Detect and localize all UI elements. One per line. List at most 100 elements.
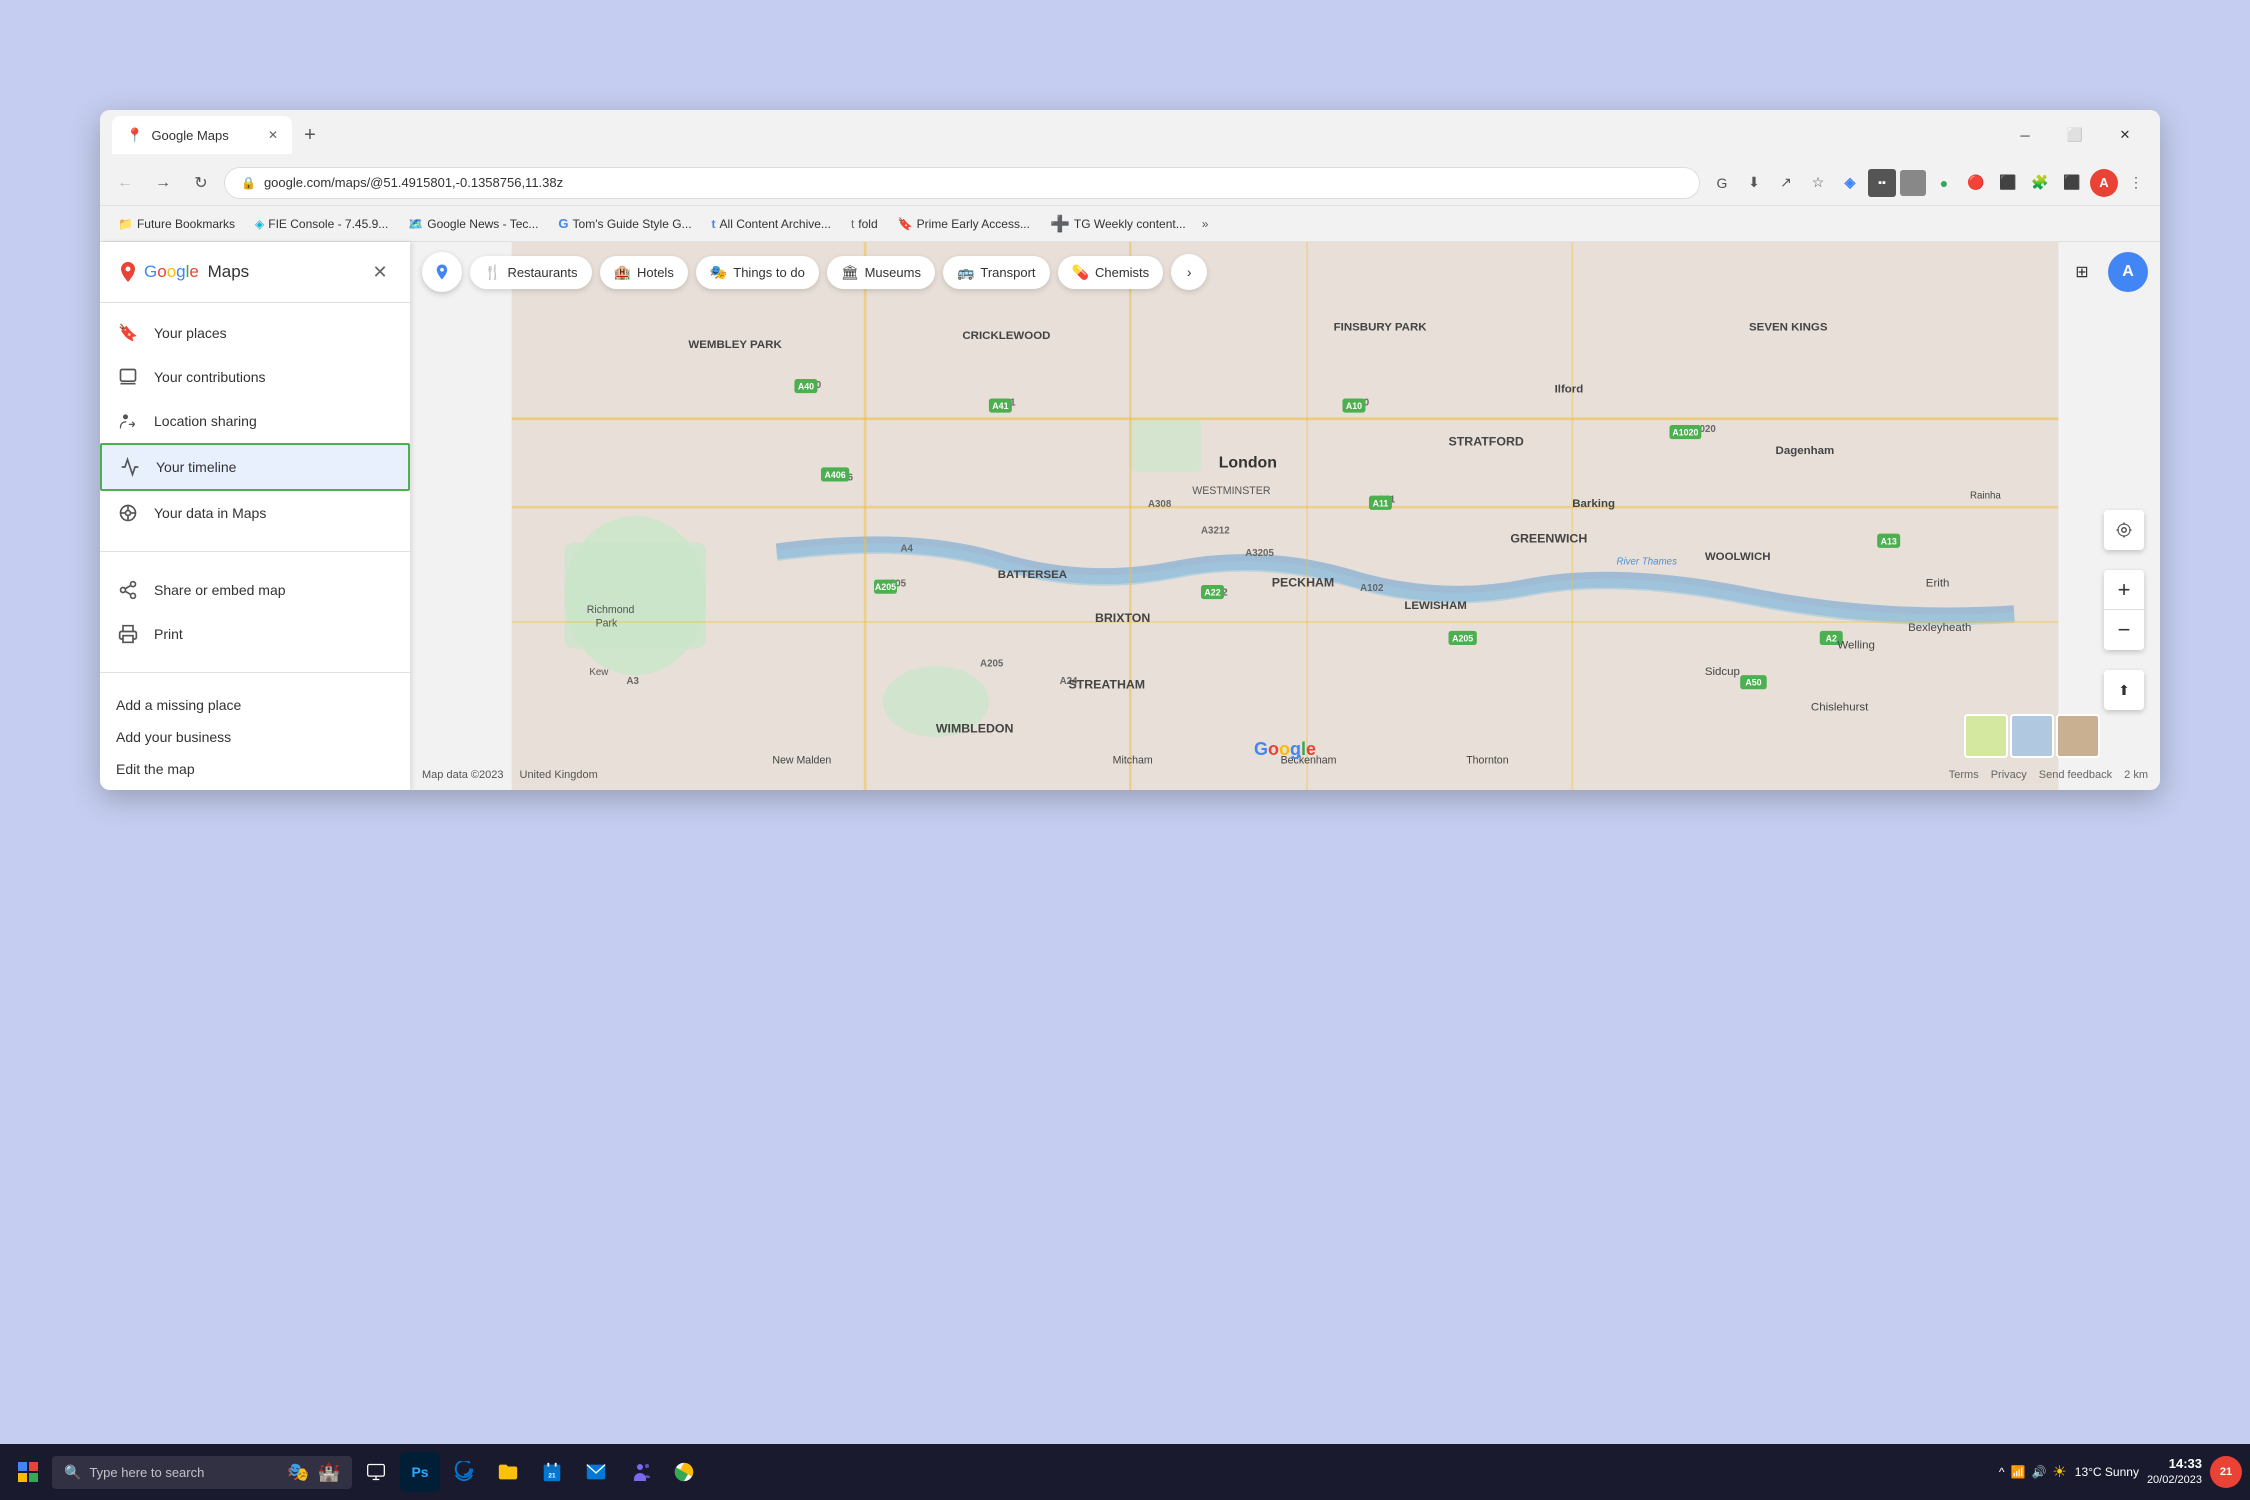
more-bookmarks[interactable]: » <box>1202 217 1209 231</box>
filter-chip-chemists[interactable]: 💊 Chemists <box>1058 256 1164 289</box>
extension-icon4[interactable]: ● <box>1930 169 1958 197</box>
bookmark-all-content[interactable]: t All Content Archive... <box>704 213 839 235</box>
taskbar-app-file-explorer[interactable] <box>488 1452 528 1492</box>
filter-chip-transport[interactable]: 🚌 Transport <box>943 256 1050 289</box>
back-button[interactable]: ← <box>110 168 140 198</box>
taskbar-app-calendar[interactable]: 21 <box>532 1452 572 1492</box>
map-search-button[interactable] <box>422 252 462 292</box>
svg-text:London: London <box>1219 454 1277 471</box>
taskbar-app-task-view[interactable] <box>356 1452 396 1492</box>
address-bar: ← → ↻ 🔒 google.com/maps/@51.4915801,-0.1… <box>100 160 2160 206</box>
extension-icon2[interactable]: ▪▪ <box>1868 169 1896 197</box>
sidebar-toggle[interactable]: ⬛ <box>2058 169 2086 197</box>
svg-text:WESTMINSTER: WESTMINSTER <box>1192 485 1271 497</box>
bookmark-toms-guide[interactable]: G Tom's Guide Style G... <box>550 212 699 235</box>
taskbar-search-box[interactable]: 🔍 Type here to search 🎭 🏰 <box>52 1456 352 1489</box>
browser-window: 📍 Google Maps ✕ + ─ ⬜ ✕ ← → ↻ 🔒 google.c… <box>100 110 2160 790</box>
grid-view-button[interactable]: ⊞ <box>2064 254 2100 290</box>
minimize-button[interactable]: ─ <box>2002 119 2048 151</box>
svg-text:A205: A205 <box>980 658 1004 669</box>
sidebar-edit-map[interactable]: Edit the map <box>100 753 410 785</box>
zoom-out-button[interactable]: − <box>2104 610 2144 650</box>
bookmark-future-bookmarks[interactable]: 📁 Future Bookmarks <box>110 213 243 235</box>
start-button[interactable] <box>8 1452 48 1492</box>
sidebar-item-your-timeline[interactable]: Your timeline <box>100 443 410 491</box>
taskbar-app-chrome[interactable] <box>664 1452 704 1492</box>
bookmark-google-news[interactable]: 🗺️ Google News - Tec... <box>400 213 546 235</box>
map-area[interactable]: A41 A10 A1020 A13 A406 A205 A205 A3 A308… <box>410 242 2160 790</box>
expand-button[interactable]: ⬆ <box>2104 670 2144 710</box>
svg-text:Erith: Erith <box>1926 578 1950 590</box>
network-icon[interactable]: 📶 <box>2011 1465 2026 1479</box>
extensions-button[interactable]: 🧩 <box>2026 169 2054 197</box>
lock-icon: 🔒 <box>241 176 256 190</box>
bookmark-label: Prime Early Access... <box>917 217 1030 231</box>
bookmark-fold[interactable]: t fold <box>843 213 886 235</box>
map-svg: A41 A10 A1020 A13 A406 A205 A205 A3 A308… <box>410 242 2160 790</box>
sidebar-close-button[interactable]: ✕ <box>366 258 394 286</box>
refresh-button[interactable]: ↻ <box>186 168 216 198</box>
maps-pin-icon <box>116 260 140 284</box>
svg-text:A13: A13 <box>1881 536 1897 546</box>
taskbar-app-mail[interactable] <box>576 1452 616 1492</box>
user-profile-button[interactable]: A <box>2090 169 2118 197</box>
layer-thumb-2[interactable] <box>2010 714 2054 758</box>
taskbar-app-photoshop[interactable]: Ps <box>400 1452 440 1492</box>
sidebar-share-embed[interactable]: Share or embed map <box>100 568 410 612</box>
extension-icon6[interactable]: ⬛ <box>1994 169 2022 197</box>
new-tab-button[interactable]: + <box>292 117 328 153</box>
taskbar-decoration-icon: 🎭 <box>287 1462 309 1483</box>
filter-chip-hotels[interactable]: 🏨 Hotels <box>600 256 688 289</box>
send-feedback-link[interactable]: Send feedback <box>2039 769 2112 781</box>
taskbar-app-teams[interactable] <box>620 1452 660 1492</box>
tab-close-button[interactable]: ✕ <box>268 128 278 142</box>
volume-icon[interactable]: 🔊 <box>2031 1465 2046 1479</box>
extension-icon3[interactable] <box>1900 170 1926 196</box>
layer-thumb-1[interactable] <box>1964 714 2008 758</box>
sidebar-print[interactable]: Print <box>100 612 410 656</box>
terms-link[interactable]: Terms <box>1949 769 1979 781</box>
my-location-button[interactable] <box>2104 510 2144 550</box>
notification-badge[interactable]: 21 <box>2210 1456 2242 1488</box>
svg-text:A10: A10 <box>1346 401 1362 411</box>
zoom-in-button[interactable]: + <box>2104 570 2144 610</box>
sidebar-item-your-places[interactable]: 🔖 Your places <box>100 311 410 355</box>
sidebar-item-location-sharing[interactable]: Location sharing <box>100 399 410 443</box>
taskbar-clock[interactable]: 14:33 20/02/2023 <box>2147 1455 2202 1489</box>
bookmark-fie-console[interactable]: ◈ FIE Console - 7.45.9... <box>247 213 396 235</box>
bookmark-label: All Content Archive... <box>720 217 831 231</box>
filter-chip-things-to-do[interactable]: 🎭 Things to do <box>696 256 819 289</box>
google-logo-map: Google <box>1254 739 1316 760</box>
maximize-button[interactable]: ⬜ <box>2052 119 2098 151</box>
window-controls: ─ ⬜ ✕ <box>2002 119 2148 151</box>
filter-chips-more-button[interactable]: › <box>1171 254 1207 290</box>
tray-arrow[interactable]: ^ <box>1999 1465 2005 1479</box>
download-icon[interactable]: ⬇ <box>1740 169 1768 197</box>
sidebar-item-your-data[interactable]: Your data in Maps <box>100 491 410 535</box>
bookmark-icon[interactable]: ☆ <box>1804 169 1832 197</box>
sidebar-add-business[interactable]: Add your business <box>100 721 410 753</box>
sidebar-add-missing-place[interactable]: Add a missing place <box>100 689 410 721</box>
filter-chip-museums[interactable]: 🏛 Museums <box>827 256 935 289</box>
menu-button[interactable]: ⋮ <box>2122 169 2150 197</box>
extension-icon1[interactable]: ◈ <box>1836 169 1864 197</box>
zoom-controls: + − <box>2104 570 2144 650</box>
bookmark-tg-weekly[interactable]: ➕ TG Weekly content... <box>1042 210 1194 238</box>
bookmark-prime[interactable]: 🔖 Prime Early Access... <box>890 213 1038 235</box>
contributions-icon <box>116 365 140 389</box>
tab-favicon: 📍 <box>126 127 143 144</box>
forward-button[interactable]: → <box>148 168 178 198</box>
sidebar-item-contributions[interactable]: Your contributions <box>100 355 410 399</box>
filter-chip-restaurants[interactable]: 🍴 Restaurants <box>470 256 592 289</box>
extension-icon5[interactable]: 🔴 <box>1962 169 1990 197</box>
map-provider: United Kingdom <box>520 769 598 781</box>
address-input[interactable]: 🔒 google.com/maps/@51.4915801,-0.1358756… <box>224 167 1700 199</box>
close-button[interactable]: ✕ <box>2102 119 2148 151</box>
user-avatar-button[interactable]: A <box>2108 252 2148 292</box>
active-tab[interactable]: 📍 Google Maps ✕ <box>112 116 292 154</box>
privacy-link[interactable]: Privacy <box>1991 769 2027 781</box>
google-icon[interactable]: G <box>1708 169 1736 197</box>
share-icon[interactable]: ↗ <box>1772 169 1800 197</box>
taskbar-app-edge[interactable] <box>444 1452 484 1492</box>
layer-thumb-3[interactable] <box>2056 714 2100 758</box>
